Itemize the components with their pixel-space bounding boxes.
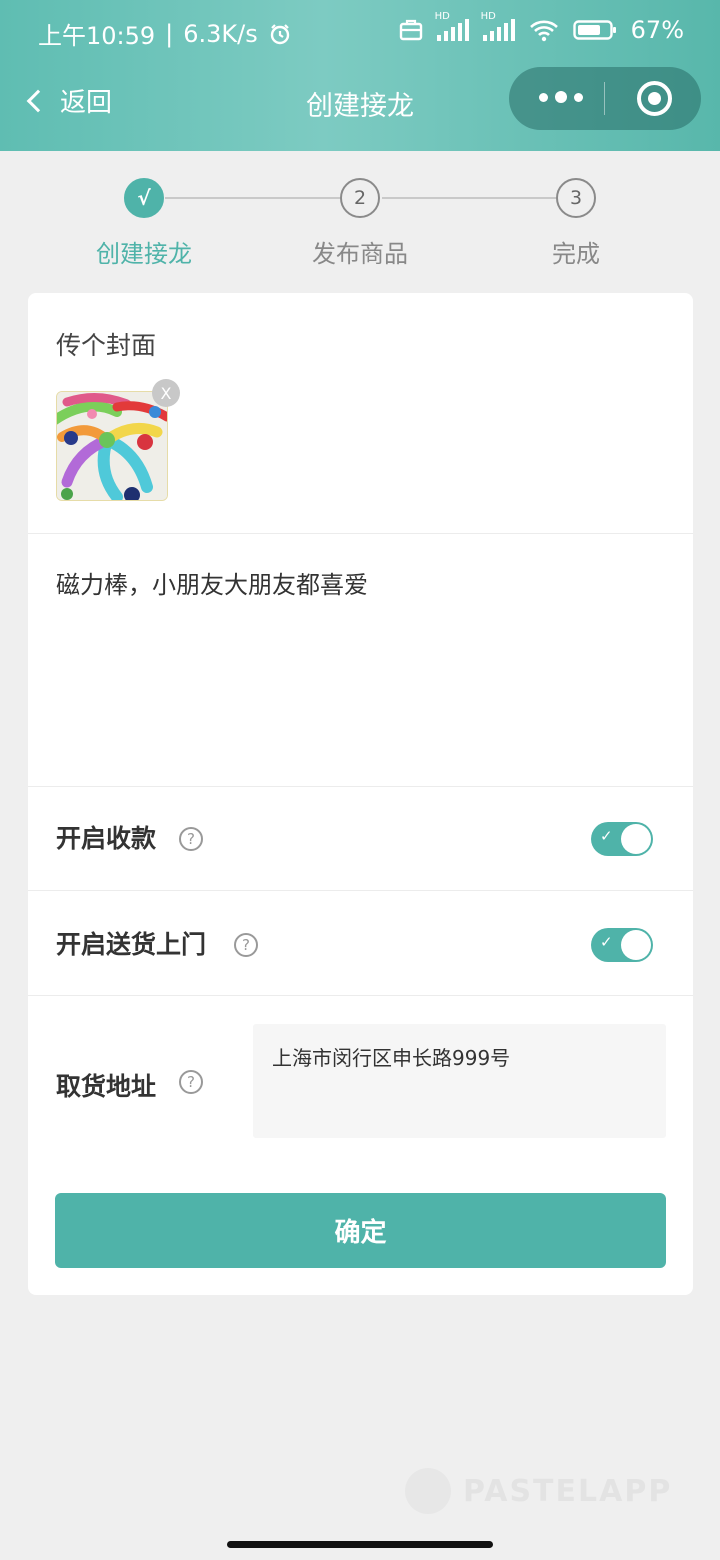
status-time: 上午10:59: [38, 22, 156, 50]
status-left: 上午10:59 | 6.3K/s: [38, 16, 292, 51]
more-button[interactable]: [539, 91, 583, 103]
home-indicator[interactable]: [227, 1541, 493, 1548]
pickup-address-value: 上海市闵行区申长路999号: [272, 1046, 511, 1070]
step-3-marker: 3: [556, 178, 596, 218]
status-right: HD HD 67%: [399, 11, 684, 44]
status-bar: 上午10:59 | 6.3K/s HD HD 67%: [0, 0, 720, 64]
check-icon: ✓: [600, 933, 613, 951]
alarm-icon: [270, 23, 289, 44]
cover-label: 传个封面: [56, 331, 157, 360]
briefcase-icon: [399, 19, 422, 41]
description-textarea[interactable]: 磁力棒，小朋友大朋友都喜爱: [56, 565, 368, 600]
payment-toggle[interactable]: ✓: [591, 822, 653, 856]
help-icon[interactable]: ?: [179, 1070, 203, 1094]
watermark-logo-icon: [405, 1468, 451, 1514]
wifi-icon: [529, 20, 558, 42]
capsule-divider: [604, 82, 605, 115]
delivery-toggle[interactable]: ✓: [591, 928, 653, 962]
divider: [28, 995, 693, 996]
payment-row: 开启收款 ? ✓: [28, 787, 693, 891]
header: 上午10:59 | 6.3K/s HD HD 67% 返回 创建接龙: [0, 0, 720, 151]
pickup-address-field[interactable]: 上海市闵行区申长路999号: [253, 1024, 666, 1138]
pickup-label: 取货地址: [56, 1072, 157, 1101]
miniprogram-capsule: [509, 67, 701, 130]
battery-percent: 67%: [630, 16, 684, 44]
payment-label: 开启收款: [56, 824, 157, 853]
close-target-icon[interactable]: [637, 81, 672, 116]
remove-cover-button[interactable]: X: [152, 379, 180, 407]
divider: [28, 533, 693, 534]
confirm-button[interactable]: 确定: [55, 1193, 666, 1268]
signal-1: HD: [435, 11, 469, 41]
progress-steps: √ 创建接龙 2 发布商品 3 完成: [0, 151, 720, 281]
net-speed: 6.3K/s: [183, 19, 258, 48]
magnetic-sticks-image: [57, 392, 167, 500]
help-icon[interactable]: ?: [234, 933, 258, 957]
battery-icon: [572, 20, 616, 40]
watermark-text: PASTELAPP: [463, 1473, 673, 1509]
step-2-label: 发布商品: [312, 240, 408, 268]
watermark: PASTELAPP: [405, 1468, 672, 1514]
navbar: 返回 创建接龙: [0, 64, 720, 144]
signal-2: HD: [481, 11, 515, 41]
step-1-marker: √: [124, 178, 164, 218]
signal-2-tag: HD: [480, 11, 496, 22]
step-3-label: 完成: [552, 240, 600, 268]
toggle-knob: [621, 824, 651, 854]
form-card: 传个封面 X 磁力棒，小朋友大朋友都喜爱 开启收款 ? ✓ 开启送货上门 ? ✓…: [28, 293, 693, 1295]
help-icon[interactable]: ?: [179, 827, 203, 851]
more-dots-icon: [539, 92, 548, 102]
signal-bars-icon: [436, 19, 469, 41]
status-separator: |: [165, 19, 174, 48]
toggle-knob: [621, 930, 651, 960]
more-dots-icon: [555, 91, 567, 103]
step-connector: [165, 197, 340, 199]
step-connector: [382, 197, 556, 199]
delivery-label: 开启送货上门: [56, 930, 207, 959]
step-1-label: 创建接龙: [96, 240, 192, 268]
signal-1-tag: HD: [434, 11, 450, 22]
more-dots-icon: [574, 92, 583, 102]
step-2-marker: 2: [340, 178, 380, 218]
cover-thumbnail[interactable]: [56, 391, 168, 501]
signal-bars-icon: [482, 19, 515, 41]
check-icon: ✓: [600, 827, 613, 845]
delivery-row: 开启送货上门 ? ✓: [28, 891, 693, 995]
